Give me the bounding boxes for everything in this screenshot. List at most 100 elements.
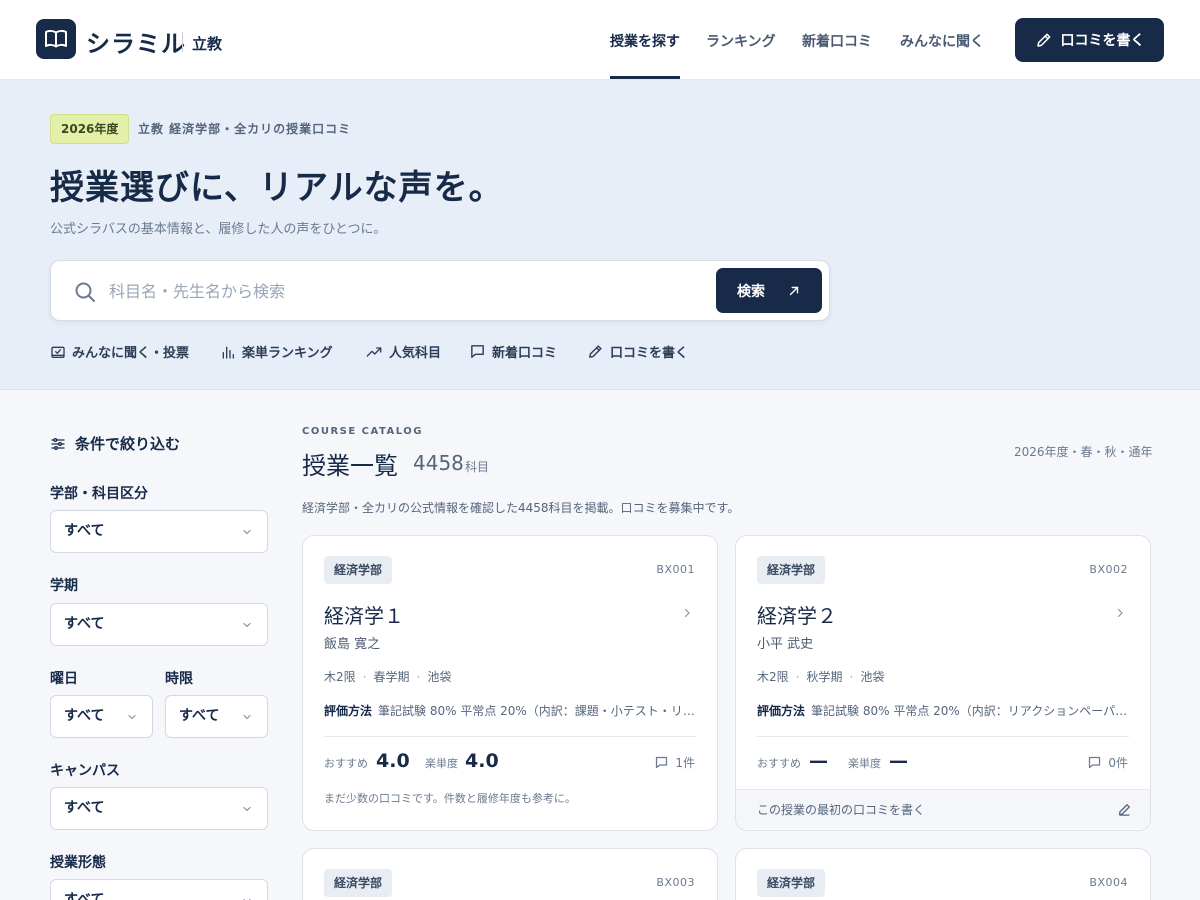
course-meta: 木2限 · 秋学期 · 池袋 <box>757 670 885 684</box>
filter-select-format[interactable]: すべて <box>50 879 268 900</box>
quick-link-easy-ranking[interactable]: 楽単ランキング <box>220 342 333 361</box>
filter-label-campus: キャンパス <box>50 763 120 779</box>
course-code: BX004 <box>1089 876 1128 889</box>
filter-select-value: すべて <box>64 892 105 900</box>
nav-ranking[interactable]: ランキング <box>706 31 776 51</box>
sliders-icon <box>51 437 65 450</box>
course-title: 経済学２ <box>757 604 837 628</box>
brand-name: シラミル <box>86 30 186 58</box>
message-icon <box>471 345 484 358</box>
course-card[interactable]: 経済学部 BX001 経済学１ 飯島 寛之 木2限 · 春学期 · 池袋 評価方法 筆記試… <box>302 535 718 831</box>
review-count: 1件 <box>654 754 695 771</box>
recommend-label: おすすめ <box>324 757 368 770</box>
catalog-title: 授業一覧 <box>302 452 398 480</box>
arrow-up-right-icon <box>789 286 799 295</box>
course-meta: 木2限 · 春学期 · 池袋 <box>324 670 452 684</box>
chevron-down-icon <box>243 714 251 720</box>
easy-score: 4.0 <box>465 750 499 772</box>
pencil-icon <box>1036 33 1050 47</box>
course-code: BX002 <box>1089 563 1128 576</box>
filter-select-period[interactable]: すべて <box>165 695 268 738</box>
filter-select-weekday[interactable]: すべて <box>50 695 153 738</box>
quick-link-new-reviews[interactable]: 新着口コミ <box>469 342 557 361</box>
hero-description: 公式シラバスの基本情報と、履修した人の声をひとつに。 <box>50 222 387 237</box>
catalog-count: 4458 <box>413 451 464 475</box>
card-divider <box>324 736 696 737</box>
site-header: シラミル 立教 授業を探す ランキング 新着口コミ みんなに聞く 口コミを書く <box>0 0 1200 80</box>
filter-select-value: すべて <box>64 616 105 632</box>
department-tag: 経済学部 <box>757 556 826 584</box>
course-teacher: 飯島 寛之 <box>324 637 381 652</box>
department-tag: 経済学部 <box>757 869 826 897</box>
review-count: 0件 <box>1087 754 1128 771</box>
first-review-label: この授業の最初の口コミを書く <box>757 803 926 817</box>
review-note: まだ少数の口コミです。件数と履修年度も参考に。 <box>324 792 576 805</box>
message-icon <box>1089 756 1101 769</box>
evaluation-text: 筆記試験 80% 平常点 20%（内訳：課題・小テスト・リアクションペーパー） <box>378 704 696 718</box>
catalog-term: 2026年度・春・秋・通年 <box>1014 445 1153 459</box>
vote-box-icon <box>51 346 65 358</box>
filter-label-weekday: 曜日 <box>50 671 78 687</box>
course-campus: 池袋 <box>860 670 885 684</box>
write-review-label: 口コミを書く <box>1060 33 1145 49</box>
brand-divider <box>182 32 183 52</box>
chevron-down-icon <box>243 529 251 535</box>
search-input[interactable] <box>109 275 699 307</box>
course-card[interactable]: 経済学部 BX004 <box>735 848 1151 900</box>
course-semester: 秋学期 <box>806 670 843 684</box>
catalog-description: 経済学部・全カリの公式情報を確認した4458科目を掲載。口コミを募集中です。 <box>302 501 740 515</box>
filter-label-format: 授業形態 <box>50 855 106 871</box>
course-evaluation: 評価方法筆記試験 80% 平常点 20%（内訳：課題・小テスト・リアクションペー… <box>324 702 696 719</box>
chevron-down-icon <box>243 622 251 628</box>
quick-link-label: 新着口コミ <box>492 346 558 361</box>
trending-up-icon <box>366 346 382 357</box>
nav-find-courses[interactable]: 授業を探す <box>610 31 680 51</box>
filter-heading-label: 条件で絞り込む <box>75 435 181 453</box>
review-count-value: 0件 <box>1108 756 1128 770</box>
chevron-down-icon <box>243 898 251 900</box>
course-code: BX003 <box>656 876 695 889</box>
recommend-label: おすすめ <box>757 757 801 770</box>
filter-select-value: すべて <box>179 708 220 724</box>
filter-select-value: すべて <box>64 708 105 724</box>
course-code: BX001 <box>656 563 695 576</box>
course-title: 経済学１ <box>324 604 404 628</box>
filter-label-department: 学部・科目区分 <box>50 486 148 502</box>
quick-link-label: 人気科目 <box>389 346 442 361</box>
hero-subtitle: 立教 経済学部・全カリの授業口コミ <box>138 122 352 136</box>
chevron-down-icon <box>243 806 251 812</box>
year-badge: 2026年度 <box>50 114 130 144</box>
review-count-value: 1件 <box>675 756 695 770</box>
course-evaluation: 評価方法 筆記試験 80% 平常点 20%（内訳：リアクションペーパー） <box>757 702 1129 719</box>
book-icon <box>45 29 67 48</box>
filter-select-campus[interactable]: すべて <box>50 787 268 830</box>
course-period: 木2限 <box>324 670 356 684</box>
quick-link-ask-vote[interactable]: みんなに聞く・投票 <box>50 342 189 361</box>
chevron-right-icon <box>684 608 690 618</box>
course-campus: 池袋 <box>427 670 452 684</box>
logo[interactable] <box>36 19 76 59</box>
card-divider <box>757 736 1129 737</box>
recommend-score: — <box>809 750 828 772</box>
filter-select-department[interactable]: すべて <box>50 510 268 553</box>
evaluation-label: 評価方法 <box>324 704 373 718</box>
search-bar: 検索 <box>50 260 830 321</box>
catalog-count-unit: 科目 <box>465 460 490 474</box>
easy-label: 楽単度 <box>848 757 881 770</box>
hero-section: 2026年度 立教 経済学部・全カリの授業口コミ 授業選びに、リアルな声を。 公… <box>0 80 1200 390</box>
nav-new-reviews[interactable]: 新着口コミ <box>802 31 872 51</box>
course-card[interactable]: 経済学部 BX002 経済学２ 小平 武史 木2限 · 秋学期 · 池袋 評価方法 筆記試… <box>735 535 1151 831</box>
filter-label-period: 時限 <box>165 671 193 687</box>
write-review-button[interactable]: 口コミを書く <box>1015 18 1164 62</box>
recommend-score: 4.0 <box>376 750 410 772</box>
university-name: 立教 <box>192 35 223 53</box>
search-button[interactable]: 検索 <box>716 268 822 313</box>
filter-select-semester[interactable]: すべて <box>50 603 268 646</box>
quick-link-write-review[interactable]: 口コミを書く <box>587 342 688 361</box>
course-card[interactable]: 経済学部 BX003 <box>302 848 718 900</box>
nav-ask-everyone[interactable]: みんなに聞く <box>900 31 984 51</box>
course-semester: 春学期 <box>373 670 410 684</box>
quick-link-popular[interactable]: 人気科目 <box>365 342 441 361</box>
first-review-cta[interactable]: この授業の最初の口コミを書く <box>736 789 1150 829</box>
easy-label: 楽単度 <box>425 757 458 770</box>
